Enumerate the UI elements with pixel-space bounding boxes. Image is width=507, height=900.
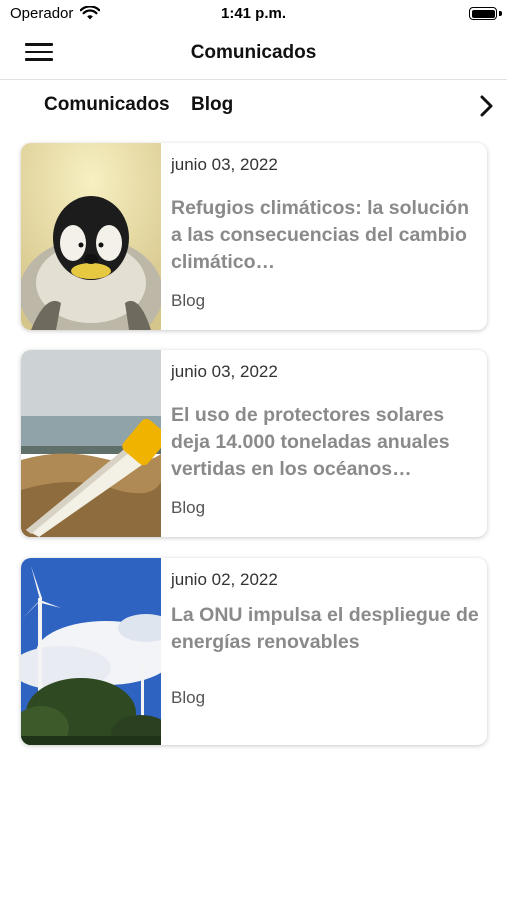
article-card[interactable]: junio 03, 2022 El uso de protectores sol… [21, 350, 487, 537]
tab-comunicados[interactable]: Comunicados [44, 94, 170, 116]
page-title: Comunicados [190, 42, 317, 63]
article-date: junio 03, 2022 [171, 155, 278, 174]
status-bar: Operador 1:41 p.m. [0, 0, 507, 28]
article-card[interactable]: junio 02, 2022 La ONU impulsa el desplie… [21, 558, 487, 745]
chevron-right-icon[interactable] [477, 94, 495, 118]
battery-icon [469, 7, 497, 20]
tab-blog[interactable]: Blog [191, 94, 233, 116]
article-card[interactable]: junio 03, 2022 Refugios climáticos: la s… [21, 143, 487, 330]
article-title[interactable]: La ONU impulsa el despliegue de energías… [171, 602, 479, 656]
article-date: junio 02, 2022 [171, 570, 278, 589]
article-category: Blog [171, 498, 206, 517]
penguin-chick-photo [21, 143, 161, 330]
sunscreen-tube-on-beach-photo [21, 350, 161, 537]
article-title[interactable]: El uso de protectores solares deja 14.00… [171, 402, 479, 483]
nav-bar: Comunicados [0, 28, 507, 80]
battery-nub [499, 11, 502, 16]
article-category: Blog [171, 688, 206, 707]
article-title[interactable]: Refugios climáticos: la solución a las c… [171, 195, 479, 276]
article-category: Blog [171, 291, 206, 310]
article-date: junio 03, 2022 [171, 362, 278, 381]
status-time: 1:41 p.m. [220, 5, 287, 22]
category-tabs: Comunicados Blog [0, 92, 507, 124]
wind-turbines-photo [21, 558, 161, 745]
